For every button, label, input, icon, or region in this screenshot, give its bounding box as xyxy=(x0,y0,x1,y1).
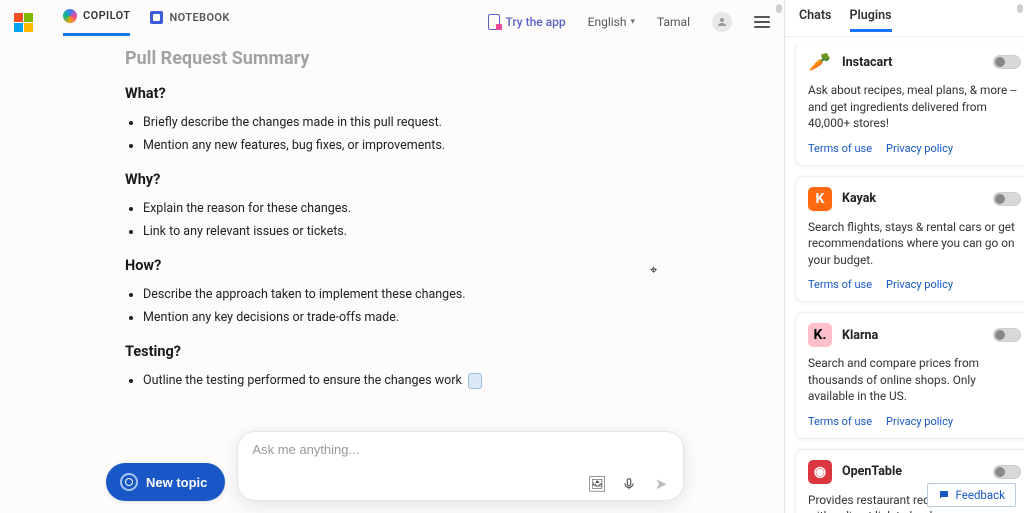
side-panel: Chats Plugins Instacart Ask about recipes… xyxy=(784,0,1024,513)
section-heading: How? xyxy=(125,257,784,274)
plugin-desc: Search and compare prices from thousands… xyxy=(808,355,1021,405)
avatar[interactable] xyxy=(712,12,732,32)
feedback-icon xyxy=(938,489,950,501)
chat-input[interactable] xyxy=(252,442,669,457)
terms-link[interactable]: Terms of use xyxy=(808,278,872,291)
chat-input-box[interactable]: 🖼 ➤ xyxy=(237,431,684,501)
plugin-toggle[interactable] xyxy=(993,192,1021,206)
language-select[interactable]: English ▾ xyxy=(588,15,635,29)
plugin-name: Instacart xyxy=(842,55,983,70)
plugin-toggle[interactable] xyxy=(993,55,1021,69)
section-heading: What? xyxy=(125,85,784,102)
tab-copilot-label: COPILOT xyxy=(83,9,130,22)
privacy-link[interactable]: Privacy policy xyxy=(886,278,953,291)
side-tab-chats[interactable]: Chats xyxy=(799,8,832,32)
plugin-icon: ◉ xyxy=(808,460,832,484)
mic-icon[interactable] xyxy=(621,476,637,492)
panel-scrollbar[interactable] xyxy=(776,4,782,13)
section-item: Link to any relevant issues or tickets. xyxy=(143,221,784,244)
section-heading: Testing? xyxy=(125,343,784,360)
tab-notebook[interactable]: NOTEBOOK xyxy=(150,11,229,34)
privacy-link[interactable]: Privacy policy xyxy=(886,142,953,155)
plugin-desc: Search flights, stays & rental cars or g… xyxy=(808,219,1021,269)
plugin-list[interactable]: Instacart Ask about recipes, meal plans, … xyxy=(785,34,1024,513)
plugin-card: K. Klarna Search and compare prices from t… xyxy=(795,312,1024,439)
privacy-link[interactable]: Privacy policy xyxy=(886,415,953,428)
side-tab-plugins[interactable]: Plugins xyxy=(850,8,892,32)
terms-link[interactable]: Terms of use xyxy=(808,142,872,155)
section-item: Describe the approach taken to implement… xyxy=(143,284,784,307)
username-label: Tamal xyxy=(657,15,690,29)
plugin-name: OpenTable xyxy=(842,464,983,479)
plugin-desc: Ask about recipes, meal plans, & more --… xyxy=(808,82,1021,132)
microsoft-logo xyxy=(14,13,33,32)
plugin-name: Kayak xyxy=(842,191,983,206)
tab-notebook-label: NOTEBOOK xyxy=(169,11,229,24)
section-item: Explain the reason for these changes. xyxy=(143,198,784,221)
main-scrollbar[interactable] xyxy=(1017,4,1023,13)
try-app-link[interactable]: Try the app xyxy=(488,14,566,30)
section-item: Briefly describe the changes made in thi… xyxy=(143,112,784,135)
plugin-toggle[interactable] xyxy=(993,465,1021,479)
chevron-down-icon: ▾ xyxy=(630,17,635,27)
image-input-icon[interactable]: 🖼 xyxy=(589,476,605,492)
notebook-icon xyxy=(150,11,163,24)
send-icon[interactable]: ➤ xyxy=(653,476,669,492)
plugin-icon xyxy=(808,50,832,74)
plugin-card: Instacart Ask about recipes, meal plans, … xyxy=(795,44,1024,166)
new-topic-icon xyxy=(120,473,138,491)
top-bar: COPILOT NOTEBOOK Try the app English ▾ T… xyxy=(0,0,784,44)
copilot-icon xyxy=(63,9,77,23)
menu-button[interactable] xyxy=(754,16,770,28)
person-icon xyxy=(716,16,728,28)
plugin-icon: K. xyxy=(808,323,832,347)
section-item: Outline the testing performed to ensure … xyxy=(143,370,784,393)
phone-icon xyxy=(488,14,500,30)
feedback-button[interactable]: Feedback xyxy=(927,483,1016,507)
new-topic-button[interactable]: New topic xyxy=(106,463,225,501)
terms-link[interactable]: Terms of use xyxy=(808,415,872,428)
tab-copilot[interactable]: COPILOT xyxy=(63,9,130,36)
section-item: Mention any new features, bug fixes, or … xyxy=(143,135,784,158)
plugin-toggle[interactable] xyxy=(993,328,1021,342)
plugin-card: K Kayak Search flights, stays & rental car… xyxy=(795,176,1024,303)
section-item: Mention any key decisions or trade-offs … xyxy=(143,307,784,330)
section-heading: Why? xyxy=(125,171,784,188)
plugin-name: Klarna xyxy=(842,328,983,343)
page-title: Pull Request Summary xyxy=(125,48,784,69)
attachment-icon xyxy=(468,373,482,389)
plugin-icon: K xyxy=(808,187,832,211)
document-body: Pull Request Summary What? Briefly descri… xyxy=(0,44,784,393)
